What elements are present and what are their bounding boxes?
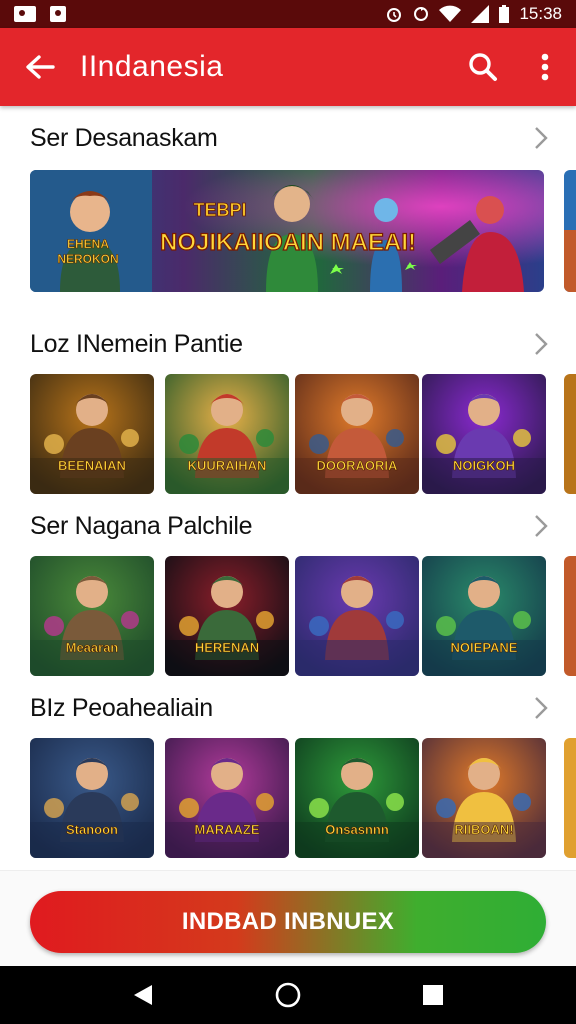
wifi-icon — [439, 5, 462, 22]
section-title: Ser Desanaskam — [30, 123, 218, 152]
game-tile[interactable]: MARAAZE — [165, 738, 289, 858]
system-nav-bar — [0, 966, 576, 1024]
section-row-3: Ser Nagana Palchile Meaaran HERENAN NOIEPA… — [0, 496, 576, 678]
chevron-right-icon — [535, 515, 548, 537]
game-tile-row: BEENAIAN KUURAIHAN DOORAORIA NOIGKOH — [0, 374, 576, 494]
section-header[interactable]: Ser Nagana Palchile — [0, 496, 576, 556]
game-tile-artwork: Meaaran — [30, 556, 154, 676]
section-title: Ser Nagana Palchile — [30, 511, 253, 540]
content-scroll[interactable]: Ser Desanaskam EHENA NEROKON TEBPI NOJIK… — [0, 106, 576, 870]
game-tile-artwork — [295, 556, 419, 676]
status-time: 15:38 — [519, 4, 562, 23]
section-featured: Ser Desanaskam EHENA NEROKON TEBPI NOJIK… — [0, 108, 576, 298]
game-tile-artwork: Onsasnnn — [295, 738, 419, 858]
game-tile[interactable]: KUURAIHAN — [165, 374, 289, 494]
game-tile-artwork: DOORAORIA — [295, 374, 419, 494]
game-tile-artwork: MARAAZE — [165, 738, 289, 858]
game-tile[interactable]: DOORAORIA — [295, 374, 419, 494]
cta-label: INDBAD INBNUEX — [181, 908, 395, 935]
game-tile-artwork: HERENAN — [165, 556, 289, 676]
page-title: IIndanesia — [80, 50, 224, 83]
game-tile-caption: KUURAIHAN — [188, 458, 267, 473]
notification-icon — [14, 6, 36, 22]
section-row-4: BIz Peoahealiain Stanoon MARAAZE Onsasnnn R… — [0, 678, 576, 860]
status-bar: 15:38 — [0, 0, 576, 28]
game-tile[interactable]: HERENAN — [165, 556, 289, 676]
game-tile-caption: BEENAIAN — [58, 458, 126, 473]
game-tile-caption: RIIBOAN! — [454, 822, 513, 837]
game-tile[interactable]: NOIEPANE — [422, 556, 546, 676]
primary-cta-button[interactable]: INDBAD INBNUEX — [30, 891, 546, 953]
banner-headline-top: TEBPI — [193, 200, 246, 220]
chevron-right-icon — [535, 697, 548, 719]
game-tile-caption: DOORAORIA — [317, 458, 399, 473]
game-tile-row: Meaaran HERENAN NOIEPANE — [0, 556, 576, 676]
section-header[interactable]: Loz INemein Pantie — [0, 314, 576, 374]
game-tile-caption: NOIEPANE — [451, 640, 518, 655]
game-tile-row: Stanoon MARAAZE Onsasnnn RIIBOAN! — [0, 738, 576, 858]
next-banner-peek[interactable] — [564, 170, 576, 292]
more-vert-icon — [541, 53, 549, 81]
app-screen: 15:38 IIndanesia Ser Desanaskam EHENA NE… — [0, 0, 576, 1024]
arrow-left-icon — [26, 55, 55, 79]
battery-icon — [499, 5, 510, 23]
game-tile-artwork: KUURAIHAN — [165, 374, 289, 494]
game-tile-caption: MARAAZE — [195, 822, 260, 837]
featured-banner[interactable]: EHENA NEROKON TEBPI NOJIKAIIOAIN MAEAI! — [30, 170, 544, 292]
game-tile[interactable]: BEENAIAN — [30, 374, 154, 494]
game-tile[interactable]: RIIBOAN! — [422, 738, 546, 858]
nav-back-button[interactable] — [113, 966, 173, 1024]
game-tile-artwork: NOIGKOH — [422, 374, 546, 494]
signal-icon — [471, 5, 490, 23]
game-tile[interactable]: NOIGKOH — [422, 374, 546, 494]
chevron-right-icon — [535, 127, 548, 149]
game-tile-caption: Meaaran — [66, 640, 119, 655]
nav-recents-icon — [423, 985, 444, 1005]
banner-artwork: EHENA NEROKON TEBPI NOJIKAIIOAIN MAEAI! — [30, 170, 544, 292]
nav-home-button[interactable] — [258, 966, 318, 1024]
section-title: Loz INemein Pantie — [30, 329, 243, 358]
nav-home-icon — [275, 982, 301, 1008]
game-tile-artwork: Stanoon — [30, 738, 154, 858]
chevron-right-icon — [535, 333, 548, 355]
game-tile-artwork: RIIBOAN! — [422, 738, 546, 858]
back-button[interactable] — [0, 28, 80, 106]
game-tile[interactable]: Meaaran — [30, 556, 154, 676]
search-icon — [469, 53, 497, 81]
next-tile-peek[interactable] — [564, 738, 576, 858]
next-tile-peek[interactable] — [564, 556, 576, 676]
section-header[interactable]: BIz Peoahealiain — [0, 678, 576, 738]
game-tile-artwork: NOIEPANE — [422, 556, 546, 676]
next-tile-peek[interactable] — [564, 374, 576, 494]
search-button[interactable] — [452, 28, 514, 106]
bottom-action-bar: INDBAD INBNUEX — [0, 870, 576, 966]
banner-left-caption: EHENA — [67, 237, 109, 251]
game-tile-caption: NOIGKOH — [453, 458, 515, 473]
sync-icon — [414, 7, 429, 21]
section-title: BIz Peoahealiain — [30, 693, 213, 722]
game-tile-artwork: BEENAIAN — [30, 374, 154, 494]
svg-text:NEROKON: NEROKON — [57, 252, 118, 266]
section-row-2: Loz INemein Pantie BEENAIAN KUURAIHAN DOOR… — [0, 314, 576, 496]
section-header[interactable]: Ser Desanaskam — [0, 108, 576, 168]
game-tile[interactable] — [295, 556, 419, 676]
alarm-icon — [387, 8, 402, 22]
app-bar: IIndanesia — [0, 28, 576, 106]
game-tile-caption: Stanoon — [66, 822, 118, 837]
nav-recents-button[interactable] — [403, 966, 463, 1024]
banner-headline: NOJIKAIIOAIN MAEAI! — [160, 229, 416, 256]
game-tile-caption: Onsasnnn — [325, 822, 389, 837]
game-tile[interactable]: Onsasnnn — [295, 738, 419, 858]
notification-icon — [50, 6, 66, 22]
game-tile-caption: HERENAN — [195, 640, 259, 655]
nav-back-icon — [133, 985, 152, 1005]
game-tile[interactable]: Stanoon — [30, 738, 154, 858]
overflow-menu-button[interactable] — [514, 28, 576, 106]
